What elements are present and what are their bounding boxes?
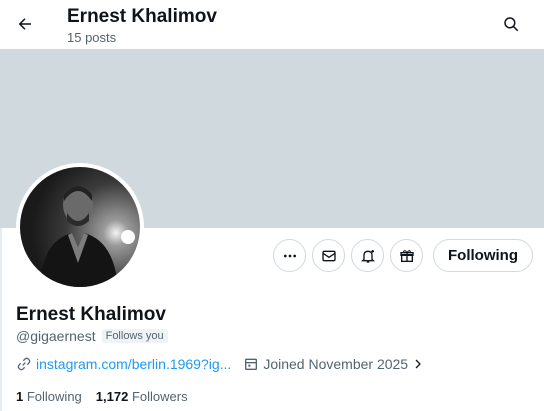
post-count: 15 posts: [67, 30, 117, 45]
chevron-right-icon: [415, 359, 421, 369]
more-button[interactable]: [273, 239, 306, 272]
profile-name: Ernest Khalimov: [16, 304, 166, 325]
calendar-icon: [245, 358, 258, 370]
page-title: Ernest Khalimov: [67, 6, 217, 27]
profile-handle: @gigaernest: [16, 328, 96, 344]
back-button[interactable]: [10, 9, 40, 39]
handle-row: @gigaernest Follows you: [16, 328, 168, 344]
more-icon: [283, 254, 296, 257]
notifications-button[interactable]: [351, 239, 384, 272]
follow-stats: 1 Following 1,172 Followers: [16, 389, 202, 404]
message-icon: [321, 250, 336, 261]
followers-label: Followers: [131, 389, 188, 404]
profile-meta: instagram.com/berlin.1969?ig... Joined N…: [16, 356, 424, 372]
avatar-frame[interactable]: [16, 163, 144, 291]
following-stat[interactable]: 1 Following: [16, 389, 82, 404]
header-title-block: Ernest Khalimov 15 posts: [67, 6, 217, 46]
joined-chevron-button[interactable]: [412, 358, 424, 370]
message-button[interactable]: [312, 239, 345, 272]
profile-actions: Following: [273, 239, 533, 272]
follows-you-badge: Follows you: [101, 329, 168, 343]
top-bar: Ernest Khalimov 15 posts: [0, 0, 544, 49]
arrow-left-icon: [18, 18, 31, 30]
link-icon: [17, 357, 31, 371]
following-label: Following: [26, 389, 82, 404]
followers-count: 1,172: [95, 389, 129, 404]
gift-button[interactable]: [390, 239, 423, 272]
avatar-image: [20, 167, 140, 287]
gift-icon: [399, 249, 414, 262]
search-icon: [504, 17, 519, 32]
following-button[interactable]: Following: [433, 239, 533, 272]
joined-date: Joined November 2025: [263, 356, 409, 372]
following-count: 1: [16, 389, 24, 404]
search-button[interactable]: [498, 11, 524, 37]
avatar[interactable]: [20, 167, 140, 287]
bell-plus-icon: [360, 249, 375, 263]
followers-stat[interactable]: 1,172 Followers: [96, 389, 188, 404]
profile-link[interactable]: instagram.com/berlin.1969?ig...: [36, 356, 231, 372]
